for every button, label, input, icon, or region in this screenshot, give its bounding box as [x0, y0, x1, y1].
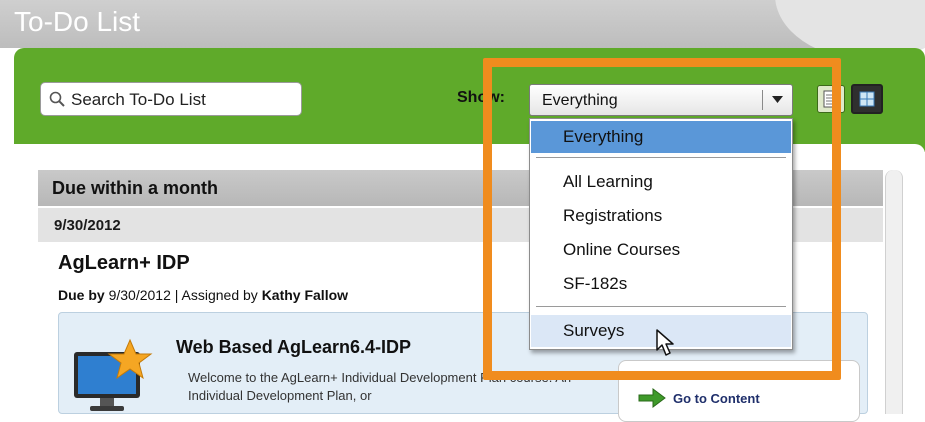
mouse-cursor-icon — [656, 329, 674, 356]
page-title: To-Do List — [14, 6, 141, 37]
item-title[interactable]: AgLearn+ IDP — [58, 252, 190, 275]
go-arrow-icon — [638, 388, 666, 408]
search-icon — [49, 91, 65, 107]
due-prefix: Due by — [58, 287, 105, 303]
go-to-content-label: Go to Content — [673, 391, 760, 406]
group-date: 9/30/2012 — [54, 217, 121, 234]
title-bar: To-Do List — [0, 0, 925, 60]
assigned-prefix: | Assigned by — [174, 287, 258, 303]
course-title[interactable]: Web Based AgLearn6.4-IDP — [176, 337, 411, 358]
group-heading: Due within a month — [52, 178, 218, 198]
monitor-star-icon — [74, 338, 153, 411]
scrollbar[interactable] — [885, 170, 903, 414]
search-input[interactable]: Search To-Do List — [40, 82, 302, 116]
due-date: 9/30/2012 — [108, 287, 171, 303]
grid-view-button[interactable] — [851, 84, 883, 114]
assigned-by: Kathy Fallow — [261, 287, 349, 303]
grid-view-icon — [859, 91, 875, 107]
item-meta: Due by 9/30/2012 | Assigned by Kathy Fal… — [58, 287, 348, 303]
search-placeholder: Search To-Do List — [71, 90, 206, 109]
